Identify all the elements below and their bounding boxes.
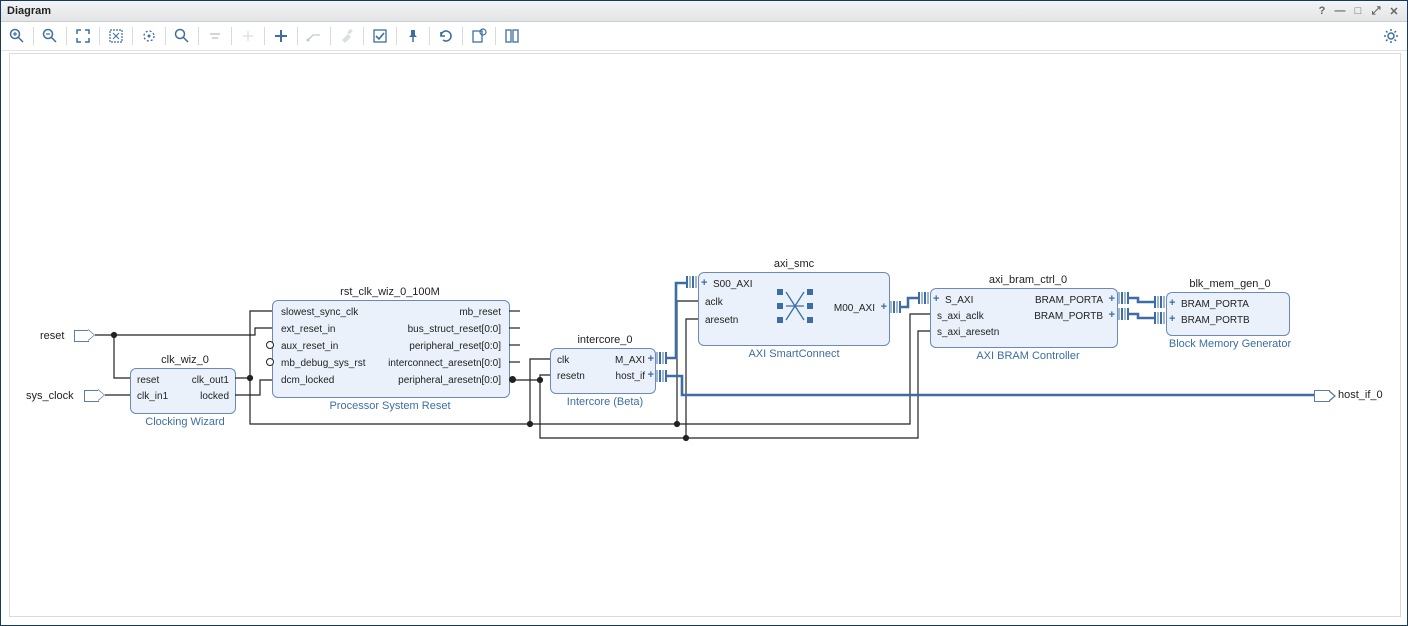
block-bram-title: axi_bram_ctrl_0 (928, 274, 1128, 286)
expand-icon (236, 24, 260, 48)
port: s_axi_aresetn (937, 327, 999, 338)
port: reset (137, 375, 159, 386)
ext-port-sysclk-shape (84, 390, 99, 402)
maximize-icon[interactable]: ⤢ (1369, 4, 1383, 18)
port: aux_reset_in (281, 341, 338, 352)
smartconnect-icon (777, 285, 813, 329)
port: M00_AXI (834, 303, 875, 314)
port: dcm_locked (281, 375, 334, 386)
port: clk (557, 355, 569, 366)
window-title: Diagram (7, 5, 51, 17)
help-icon[interactable]: ? (1315, 4, 1329, 18)
connect-icon (302, 24, 326, 48)
restore-icon[interactable]: □ (1351, 4, 1365, 18)
block-clk-wiz-sub: Clocking Wizard (120, 416, 250, 428)
port: BRAM_PORTA (1181, 299, 1249, 310)
block-intercore-title: intercore_0 (550, 334, 660, 346)
port: mb_debug_sys_rst (281, 358, 366, 369)
port: mb_reset (459, 307, 501, 318)
address-editor-icon[interactable] (500, 24, 524, 48)
refresh-icon[interactable] (434, 24, 458, 48)
port: S00_AXI (713, 279, 752, 290)
block-smc-title: axi_smc (698, 258, 890, 270)
port: slowest_sync_clk (281, 307, 358, 318)
port: BRAM_PORTB (1181, 315, 1250, 326)
port: resetn (557, 371, 585, 382)
port: aclk (705, 297, 723, 308)
port: M_AXI (615, 355, 645, 366)
port: host_if (616, 371, 645, 382)
port: interconnect_aresetn[0:0] (388, 358, 501, 369)
toolbar (1, 22, 1407, 51)
ext-port-reset-shape (74, 330, 89, 342)
block-smc-sub: AXI SmartConnect (698, 348, 890, 360)
ip-status-icon[interactable] (467, 24, 491, 48)
block-bmg-title: blk_mem_gen_0 (1160, 278, 1300, 290)
port: BRAM_PORTA (1035, 295, 1103, 306)
port: ext_reset_in (281, 324, 335, 335)
block-intercore-sub: Intercore (Beta) (550, 396, 660, 408)
minimize-icon[interactable]: — (1333, 4, 1347, 18)
ext-port-hostif-shape (1314, 390, 1330, 402)
validate-icon[interactable] (368, 24, 392, 48)
ext-port-host-if[interactable]: host_if_0 (1338, 389, 1383, 401)
block-bmg[interactable]: + + BRAM_PORTA BRAM_PORTB (1166, 292, 1290, 336)
port: S_AXI (945, 295, 973, 306)
port: s_axi_aclk (937, 311, 984, 322)
zoom-out-icon[interactable] (38, 24, 62, 48)
collapse-icon (203, 24, 227, 48)
zoom-area-icon[interactable] (104, 24, 128, 48)
auto-fit-icon[interactable] (137, 24, 161, 48)
block-psr[interactable]: slowest_sync_clk ext_reset_in aux_reset_… (272, 300, 510, 398)
customize-icon (335, 24, 359, 48)
block-psr-sub: Processor System Reset (270, 400, 510, 412)
close-icon[interactable]: ✕ (1387, 4, 1401, 18)
block-psr-title: rst_clk_wiz_0_100M (270, 286, 510, 298)
zoom-in-icon[interactable] (5, 24, 29, 48)
port: peripheral_reset[0:0] (409, 341, 501, 352)
block-bmg-sub: Block Memory Generator (1150, 338, 1310, 350)
port: clk_out1 (192, 375, 229, 386)
ext-port-sys-clock[interactable]: sys_clock (26, 390, 74, 402)
diagram-window: Diagram ? — □ ⤢ ✕ (0, 0, 1408, 626)
port: bus_struct_reset[0:0] (408, 324, 501, 335)
titlebar: Diagram ? — □ ⤢ ✕ (1, 1, 1407, 22)
block-intercore[interactable]: clk resetn M_AXI host_if + + (550, 348, 656, 394)
block-clk-wiz[interactable]: reset clk_in1 clk_out1 locked (130, 368, 236, 414)
diagram-canvas[interactable]: reset sys_clock host_if_0 clk_wiz_0 rese… (9, 53, 1401, 617)
ext-port-reset[interactable]: reset (40, 330, 64, 342)
block-clk-wiz-title: clk_wiz_0 (130, 354, 240, 366)
add-icon[interactable] (269, 24, 293, 48)
block-bram-sub: AXI BRAM Controller (928, 350, 1128, 362)
port: locked (200, 391, 229, 402)
port: clk_in1 (137, 391, 168, 402)
block-bram-ctrl[interactable]: + S_AXI s_axi_aclk s_axi_aresetn BRAM_PO… (930, 288, 1118, 348)
zoom-fit-icon[interactable] (71, 24, 95, 48)
block-smc[interactable]: + S00_AXI aclk aresetn M00_AXI + (698, 272, 890, 346)
port: BRAM_PORTB (1034, 311, 1103, 322)
search-icon[interactable] (170, 24, 194, 48)
settings-icon[interactable] (1379, 24, 1403, 48)
port: peripheral_aresetn[0:0] (398, 375, 501, 386)
pin-icon[interactable] (401, 24, 425, 48)
port: aresetn (705, 315, 738, 326)
